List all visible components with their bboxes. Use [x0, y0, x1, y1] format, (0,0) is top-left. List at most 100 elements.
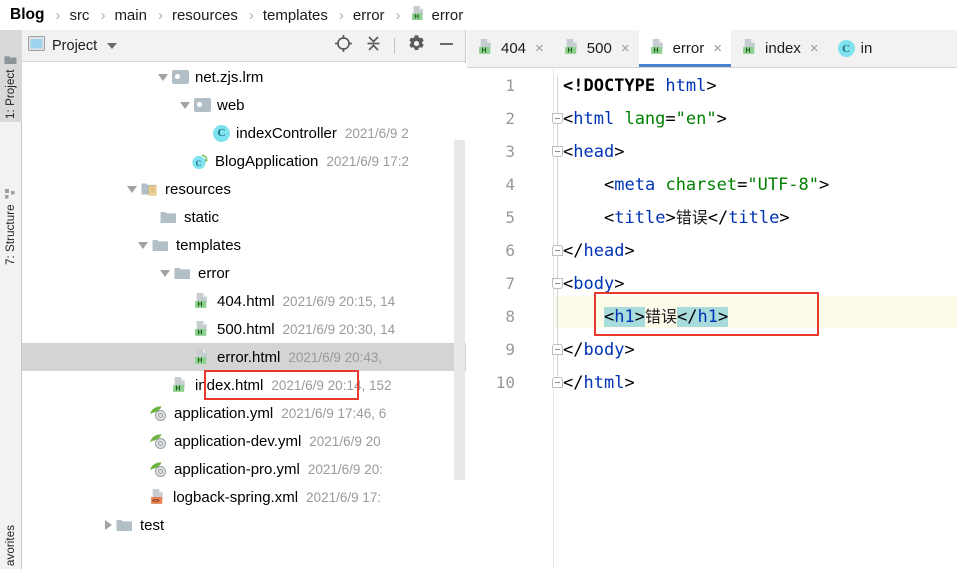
breadcrumb-item-error-file[interactable]: H error [408, 5, 466, 26]
code-line-8: <h1>错误</h1> [604, 307, 729, 327]
tree-item-timestamp: 2021/6/9 20:43, [288, 349, 383, 365]
code-token-h1-text: 错误 [644, 307, 677, 326]
html-file-icon: H [193, 320, 211, 338]
collapse-all-icon[interactable] [365, 34, 382, 58]
project-folder-icon [5, 54, 18, 65]
code-editor[interactable]: 1 2 3 4 5 6 7 8 9 10 <!DOCTYPE html> <ht… [467, 68, 957, 569]
tree-item-timestamp: 2021/6/9 17: [306, 489, 382, 505]
code-token-lt: < [604, 175, 615, 195]
breadcrumb-item-templates[interactable]: templates [261, 7, 330, 24]
line-number: 3 [505, 142, 515, 161]
svg-text:H: H [745, 47, 750, 54]
tab-index-controller[interactable]: C in [828, 30, 882, 67]
tree-row-error-folder[interactable]: error [22, 259, 466, 287]
breadcrumb-item-blog[interactable]: Blog [8, 6, 46, 24]
chevron-down-icon[interactable] [138, 241, 148, 249]
class-icon: C [213, 124, 230, 142]
tree-row-net-zjs-lrm[interactable]: net.zjs.lrm [22, 63, 466, 91]
tab-error[interactable]: H error × [638, 30, 732, 67]
code-token-h1-tag: h1 [614, 307, 635, 327]
code-token-charset-value: "UTF-8" [747, 175, 820, 195]
tree-row-blogapplication[interactable]: C BlogApplication 2021/6/9 17:2 [22, 147, 466, 175]
fold-marker-body-end[interactable] [552, 344, 563, 355]
tab-label: in [860, 40, 873, 57]
tree-row-500-html[interactable]: H 500.html 2021/6/9 20:30, 14 [22, 315, 466, 343]
fold-marker-html-end[interactable] [552, 377, 563, 388]
editor-area: H 404 × H 500 × H error × H index × C in… [467, 30, 957, 569]
close-icon[interactable]: × [535, 41, 544, 56]
chevron-down-icon[interactable] [160, 269, 170, 277]
breadcrumb-item-src[interactable]: src [67, 7, 91, 24]
minimize-icon[interactable] [438, 34, 455, 58]
sidebar-item-favorites[interactable]: avorites [0, 490, 22, 569]
tree-row-application-yml[interactable]: application.yml 2021/6/9 17:46, 6 [22, 399, 466, 427]
code-token-title-text: 错误 [675, 208, 708, 227]
tree-row-application-dev-yml[interactable]: application-dev.yml 2021/6/9 20 [22, 427, 466, 455]
tree-row-static[interactable]: static [22, 203, 466, 231]
line-number: 1 [505, 76, 515, 95]
close-icon[interactable]: × [713, 41, 722, 56]
folder-icon [174, 266, 192, 281]
tree-row-404-html[interactable]: H 404.html 2021/6/9 20:15, 14 [22, 287, 466, 315]
code-token-meta-tag: meta [614, 175, 656, 195]
chevron-right-icon[interactable] [105, 520, 112, 530]
fold-marker-html[interactable] [552, 113, 563, 124]
tree-item-label: 404.html [217, 292, 275, 310]
tree-row-logback-spring-xml[interactable]: <> logback-spring.xml 2021/6/9 17: [22, 483, 466, 511]
chevron-down-icon[interactable] [127, 185, 137, 193]
tree-row-resources[interactable]: resources [22, 175, 466, 203]
ide-window: Blog › src › main › resources › template… [0, 0, 957, 569]
breadcrumb-item-error-folder[interactable]: error [351, 7, 387, 24]
sidebar-item-project[interactable]: 1: Project [0, 30, 22, 122]
close-icon[interactable]: × [810, 41, 819, 56]
tree-row-application-pro-yml[interactable]: application-pro.yml 2021/6/9 20: [22, 455, 466, 483]
tab-500[interactable]: H 500 × [553, 30, 639, 67]
close-icon[interactable]: × [621, 41, 630, 56]
tree-item-label: net.zjs.lrm [195, 68, 264, 86]
svg-text:H: H [197, 329, 202, 336]
tree-item-timestamp: 2021/6/9 17:46, 6 [281, 405, 387, 421]
breadcrumb-item-main[interactable]: main [112, 7, 149, 24]
html-file-icon: H [410, 5, 427, 26]
gear-icon[interactable] [407, 34, 426, 58]
svg-text:H: H [653, 47, 658, 54]
tree-row-test[interactable]: test [22, 511, 466, 539]
project-tree-scrollbar[interactable] [454, 140, 465, 480]
tab-label: index [765, 40, 801, 57]
tree-row-indexcontroller[interactable]: C indexController 2021/6/9 2 [22, 119, 466, 147]
svg-text:H: H [481, 47, 486, 54]
tree-item-label: web [217, 96, 245, 114]
tree-item-label: logback-spring.xml [173, 488, 299, 506]
class-icon: C [837, 40, 855, 57]
tree-row-error-html[interactable]: H error.html 2021/6/9 20:43, [22, 343, 466, 371]
project-tree[interactable]: net.zjs.lrm web C indexController 2021/6… [22, 63, 466, 569]
spring-yaml-icon [149, 461, 168, 478]
fold-marker-body[interactable] [552, 278, 563, 289]
toolbar-divider [394, 37, 395, 54]
sidebar-item-structure[interactable]: 7: Structure [0, 158, 22, 268]
editor-tab-bar: H 404 × H 500 × H error × H index × C in [467, 30, 957, 68]
tree-item-label: application.yml [174, 404, 274, 422]
tree-item-label: templates [176, 236, 242, 254]
breadcrumb-separator: › [248, 6, 254, 24]
breadcrumb-item-resources[interactable]: resources [170, 7, 240, 24]
tree-row-web[interactable]: web [22, 91, 466, 119]
code-line-1: <!DOCTYPE html> [563, 77, 717, 95]
locate-icon[interactable] [334, 34, 353, 58]
code-token-title-close-tag: title [728, 208, 780, 228]
fold-marker-head-end[interactable] [552, 245, 563, 256]
chevron-down-icon[interactable] [180, 101, 190, 109]
line-number: 4 [505, 175, 515, 194]
tab-index[interactable]: H index × [731, 30, 828, 67]
tree-item-label: BlogApplication [215, 152, 319, 170]
chevron-down-icon[interactable] [107, 42, 118, 49]
breadcrumb-separator: › [338, 6, 344, 24]
tree-row-templates[interactable]: templates [22, 231, 466, 259]
code-line-9: </body> [563, 340, 635, 360]
svg-text:H: H [197, 301, 202, 308]
tree-row-index-html[interactable]: H index.html 2021/6/9 20:14, 152 [22, 371, 466, 399]
chevron-down-icon[interactable] [158, 73, 168, 81]
fold-marker-head[interactable] [552, 146, 563, 157]
code-token-charset-attr: charset [665, 175, 738, 195]
tab-404[interactable]: H 404 × [467, 30, 553, 67]
